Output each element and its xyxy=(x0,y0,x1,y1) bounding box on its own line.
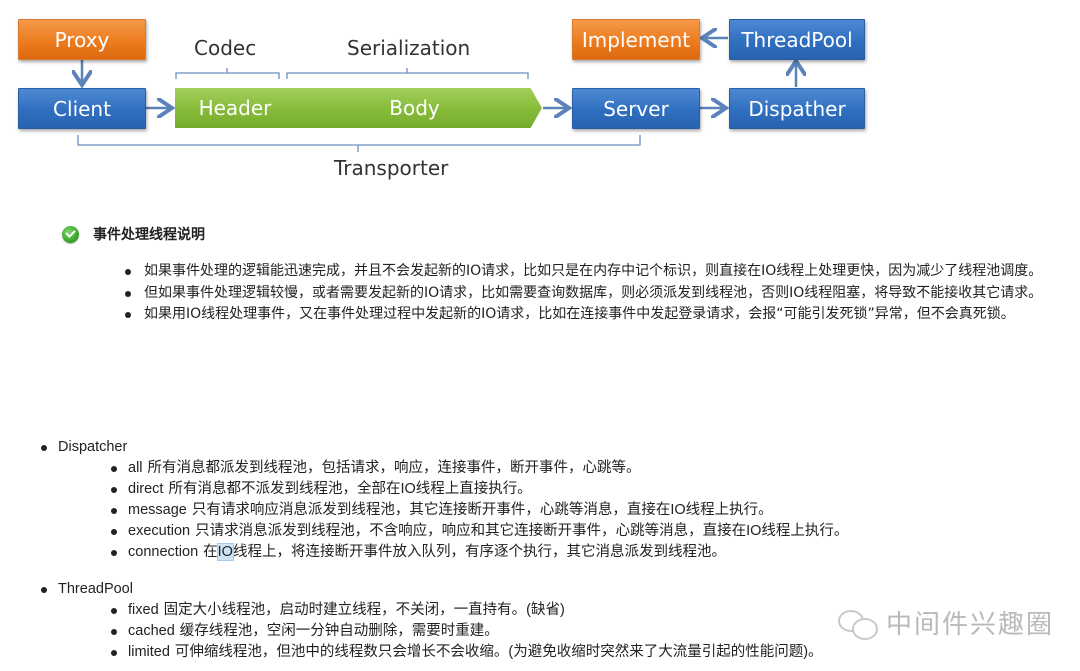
option-key: fixed xyxy=(128,602,159,618)
dispatcher-options: all 所有消息都派发到线程池，包括请求，响应，连接事件，断开事件，心跳等。 di… xyxy=(108,458,1038,563)
proxy-box: Proxy xyxy=(18,19,146,60)
transporter-bracket xyxy=(77,135,641,152)
client-label: Client xyxy=(53,96,111,121)
implement-label: Implement xyxy=(581,27,691,52)
check-circle-icon xyxy=(62,225,79,243)
option-desc: 固定大小线程池，启动时建立线程，不关闭，一直持有。(缺省) xyxy=(163,602,565,618)
option-desc: 所有消息都派发到线程池，包括请求，响应，连接事件，断开事件，心跳等。 xyxy=(147,460,641,476)
dispatcher-option-execution: execution 只请求消息派发到线程池，不含响应，响应和其它连接断开事件，心跳… xyxy=(108,521,1038,542)
header-segment: Header xyxy=(175,88,307,128)
option-desc: 可伸缩线程池，但池中的线程数只会增长不会收缩。(为避免收缩时突然来了大流量引起的… xyxy=(174,644,823,660)
wechat-icon xyxy=(838,608,878,640)
option-key: all xyxy=(128,460,143,476)
server-label: Server xyxy=(603,96,669,121)
dispatcher-section: Dispatcher all 所有消息都派发到线程池，包括请求，响应，连接事件，断… xyxy=(38,437,1038,563)
dispatcher-heading: Dispatcher all 所有消息都派发到线程池，包括请求，响应，连接事件，断… xyxy=(38,437,1038,563)
header-label: Header xyxy=(198,96,272,120)
option-desc-after: 线程上，将连接断开事件放入队列，有序逐个执行，其它消息派发到线程池。 xyxy=(232,544,726,560)
dispatcher-option-all: all 所有消息都派发到线程池，包括请求，响应，连接事件，断开事件，心跳等。 xyxy=(108,458,1038,479)
body-label: Body xyxy=(389,96,440,120)
body-segment: Body xyxy=(287,88,542,128)
notes-list: 如果事件处理的逻辑能迅速完成，并且不会发起新的IO请求，比如只是在内存中记个标识… xyxy=(122,261,1067,326)
dispather-box: Dispather xyxy=(729,88,865,129)
serialization-bracket xyxy=(286,68,529,79)
dispatcher-option-direct: direct 所有消息都不派发到线程池，全部在IO线程上直接执行。 xyxy=(108,479,1038,500)
option-key: cached xyxy=(128,623,175,639)
option-key: execution xyxy=(128,523,191,539)
option-desc: 缓存线程池，空闲一分钟自动删除，需要时重建。 xyxy=(179,623,499,639)
codec-bracket xyxy=(175,68,280,79)
watermark: 中间件兴趣圈 xyxy=(838,604,1054,641)
option-key: message xyxy=(128,502,187,518)
threadpool-option-limited: limited 可伸缩线程池，但池中的线程数只会增长不会收缩。(为避免收缩时突然来… xyxy=(108,642,1038,663)
option-desc: 只请求消息派发到线程池，不含响应，响应和其它连接断开事件，心跳等消息，直接在IO… xyxy=(195,523,849,539)
option-desc-before: 在 xyxy=(203,544,218,560)
threadpool-title: ThreadPool xyxy=(58,581,133,597)
dispather-label: Dispather xyxy=(748,96,846,121)
section-heading: 事件处理线程说明 xyxy=(62,224,205,244)
client-box: Client xyxy=(18,88,146,129)
note-item: 但如果事件处理逻辑较慢，或者需要发起新的IO请求，比如需要查询数据库，则必须派发… xyxy=(122,283,1067,305)
note-item: 如果事件处理的逻辑能迅速完成，并且不会发起新的IO请求，比如只是在内存中记个标识… xyxy=(122,261,1067,283)
note-item: 如果用IO线程处理事件，又在事件处理过程中发起新的IO请求，比如在连接事件中发起… xyxy=(122,304,1067,326)
option-desc: 只有请求响应消息派发到线程池，其它连接断开事件，心跳等消息，直接在IO线程上执行… xyxy=(191,502,773,518)
architecture-diagram: Proxy Client Codec Serialization Header … xyxy=(0,0,900,195)
codec-label: Codec xyxy=(194,36,257,60)
text-selection[interactable]: IO xyxy=(216,543,234,561)
option-key: connection xyxy=(128,544,199,560)
section-title: 事件处理线程说明 xyxy=(93,227,205,243)
transporter-label: Transporter xyxy=(334,156,449,180)
option-key: direct xyxy=(128,481,164,497)
dispatcher-title: Dispatcher xyxy=(58,439,128,455)
serialization-label: Serialization xyxy=(347,36,471,60)
proxy-label: Proxy xyxy=(54,27,110,52)
option-key: limited xyxy=(128,644,170,660)
watermark-text: 中间件兴趣圈 xyxy=(886,610,1055,640)
threadpool-label: ThreadPool xyxy=(741,27,853,52)
implement-box: Implement xyxy=(572,19,700,60)
dispatcher-option-connection: connection 在IO线程上，将连接断开事件放入队列，有序逐个执行，其它消息… xyxy=(108,542,1038,563)
threadpool-box: ThreadPool xyxy=(729,19,865,60)
option-desc: 所有消息都不派发到线程池，全部在IO线程上直接执行。 xyxy=(168,481,532,497)
dispatcher-option-message: message 只有请求响应消息派发到线程池，其它连接断开事件，心跳等消息，直接在… xyxy=(108,500,1038,521)
server-box: Server xyxy=(572,88,700,129)
